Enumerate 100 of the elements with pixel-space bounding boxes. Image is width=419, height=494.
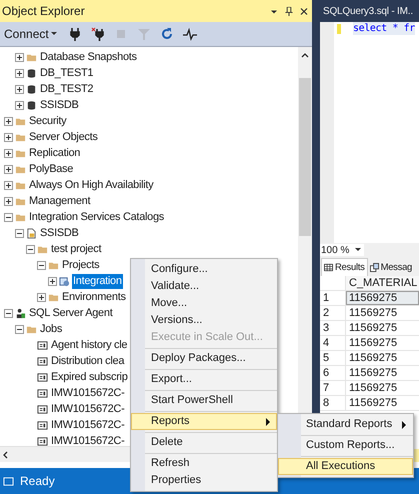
menu-item[interactable]: Reports — [131, 413, 277, 430]
menu-item[interactable]: Delete — [131, 434, 277, 451]
document-tab[interactable]: SQLQuery3.sql - IM.. — [320, 0, 419, 22]
job-icon — [37, 356, 48, 366]
tree-item[interactable]: Projects — [61, 258, 100, 272]
database-icon — [26, 68, 37, 78]
tree-item[interactable]: IMW1015672C- — [50, 402, 126, 416]
job-icon — [37, 404, 48, 414]
expand-icon[interactable] — [48, 276, 57, 286]
tree-item[interactable]: Integration — [72, 274, 123, 288]
table-cell[interactable]: 11569275 — [346, 306, 419, 320]
catalog-icon — [26, 228, 37, 238]
row-number: 7 — [320, 381, 346, 395]
collapse-icon[interactable] — [15, 228, 24, 238]
job-icon — [37, 436, 48, 446]
menu-item[interactable]: Custom Reports... — [278, 437, 413, 454]
tree-item[interactable]: IMW1015672C- — [50, 386, 126, 400]
results-tab[interactable]: Messag — [368, 259, 414, 276]
table-cell[interactable]: 11569275 — [346, 396, 419, 410]
tree-item[interactable]: IMW1015672C- — [50, 418, 126, 432]
pin-icon[interactable] — [285, 6, 293, 16]
tree-item[interactable]: SSISDB — [39, 98, 80, 112]
zoom-dropdown[interactable]: 100 % — [320, 244, 364, 256]
tree-item[interactable]: Environments — [61, 290, 127, 304]
activity-icon[interactable] — [182, 27, 197, 41]
row-number: 8 — [320, 396, 346, 410]
tree-item[interactable]: PolyBase — [28, 162, 74, 176]
collapse-icon[interactable] — [15, 324, 24, 334]
expand-icon[interactable] — [15, 100, 24, 110]
refresh-icon[interactable] — [160, 27, 174, 41]
connect-button[interactable]: Connect — [2, 26, 59, 42]
table-cell[interactable]: 11569275 — [346, 336, 419, 350]
job-icon — [37, 388, 48, 398]
menu-item[interactable]: Refresh — [131, 455, 277, 472]
collapse-icon[interactable] — [37, 260, 46, 270]
expand-icon[interactable] — [4, 196, 13, 206]
tree-item[interactable]: Server Objects — [28, 130, 99, 144]
submenu-arrow-icon — [402, 420, 406, 428]
tree-item[interactable]: Always On High Availability — [28, 178, 154, 192]
menu-item[interactable]: Configure... — [131, 261, 277, 278]
expand-icon[interactable] — [15, 68, 24, 78]
agent-icon — [15, 308, 26, 318]
menu-item[interactable]: Deploy Packages... — [131, 350, 277, 367]
tree-item[interactable]: Expired subscrip — [50, 370, 129, 384]
close-icon[interactable] — [300, 6, 308, 16]
row-number: 5 — [320, 351, 346, 365]
table-cell[interactable]: 11569275 — [346, 366, 419, 380]
table-cell[interactable]: 11569275 — [346, 291, 419, 305]
panel-title: Object Explorer — [2, 4, 86, 18]
menu-item[interactable]: Move... — [131, 295, 277, 312]
expand-icon[interactable] — [15, 52, 24, 62]
database-icon — [26, 100, 37, 110]
expand-icon[interactable] — [4, 148, 13, 158]
menu-item[interactable]: Properties — [131, 472, 277, 489]
collapse-icon[interactable] — [26, 244, 35, 254]
expand-icon[interactable] — [4, 132, 13, 142]
menu-item[interactable]: Validate... — [131, 278, 277, 295]
collapse-icon[interactable] — [4, 212, 13, 222]
expand-icon[interactable] — [4, 116, 13, 126]
tree-item[interactable]: Security — [28, 114, 68, 128]
scroll-up-icon[interactable] — [301, 53, 309, 58]
results-tab[interactable]: Results — [321, 258, 368, 276]
tree-item[interactable]: SSISDB — [39, 226, 80, 240]
menu-item[interactable]: Versions... — [131, 312, 277, 329]
tree-item[interactable]: Database Snapshots — [39, 50, 138, 64]
tree-item[interactable]: DB_TEST1 — [39, 66, 94, 80]
column-header[interactable]: C_MATERIAL — [346, 276, 419, 290]
menu-item[interactable]: Export... — [131, 371, 277, 388]
tree-item[interactable]: DB_TEST2 — [39, 82, 94, 96]
tree-item[interactable]: Agent history cle — [50, 338, 128, 352]
table-cell[interactable]: 11569275 — [346, 381, 419, 395]
tree-item[interactable]: Management — [28, 194, 92, 208]
expand-icon[interactable] — [4, 180, 13, 190]
tree-item[interactable]: Jobs — [39, 322, 64, 336]
tree-item[interactable]: Integration Services Catalogs — [28, 210, 165, 224]
expand-icon[interactable] — [4, 164, 13, 174]
database-icon — [26, 84, 37, 94]
plug-icon[interactable] — [68, 27, 82, 41]
job-icon — [37, 420, 48, 430]
scroll-thumb[interactable] — [299, 78, 311, 236]
menu-item[interactable]: Standard Reports — [278, 416, 413, 433]
collapse-icon[interactable] — [4, 308, 13, 318]
menu-item[interactable]: Start PowerShell — [131, 392, 277, 409]
menu-item[interactable]: All Executions — [278, 458, 413, 475]
tree-item[interactable]: test project — [50, 242, 102, 256]
row-number: 2 — [320, 306, 346, 320]
expand-icon[interactable] — [37, 292, 46, 302]
expand-icon[interactable] — [15, 84, 24, 94]
tree-item[interactable]: SQL Server Agent — [28, 306, 114, 320]
table-cell[interactable]: 11569275 — [346, 321, 419, 335]
tree-item[interactable]: Replication — [28, 146, 82, 160]
tree-item[interactable]: IMW1015672C- — [50, 434, 126, 446]
tree-item[interactable]: Distribution clea — [50, 354, 126, 368]
scroll-left-icon[interactable] — [3, 450, 8, 458]
code-editor[interactable]: select * fr — [320, 22, 419, 243]
row-number: 4 — [320, 336, 346, 350]
disconnect-icon[interactable] — [90, 27, 105, 41]
row-number: 3 — [320, 321, 346, 335]
table-cell[interactable]: 11569275 — [346, 351, 419, 365]
submenu-arrow-icon — [266, 418, 270, 426]
